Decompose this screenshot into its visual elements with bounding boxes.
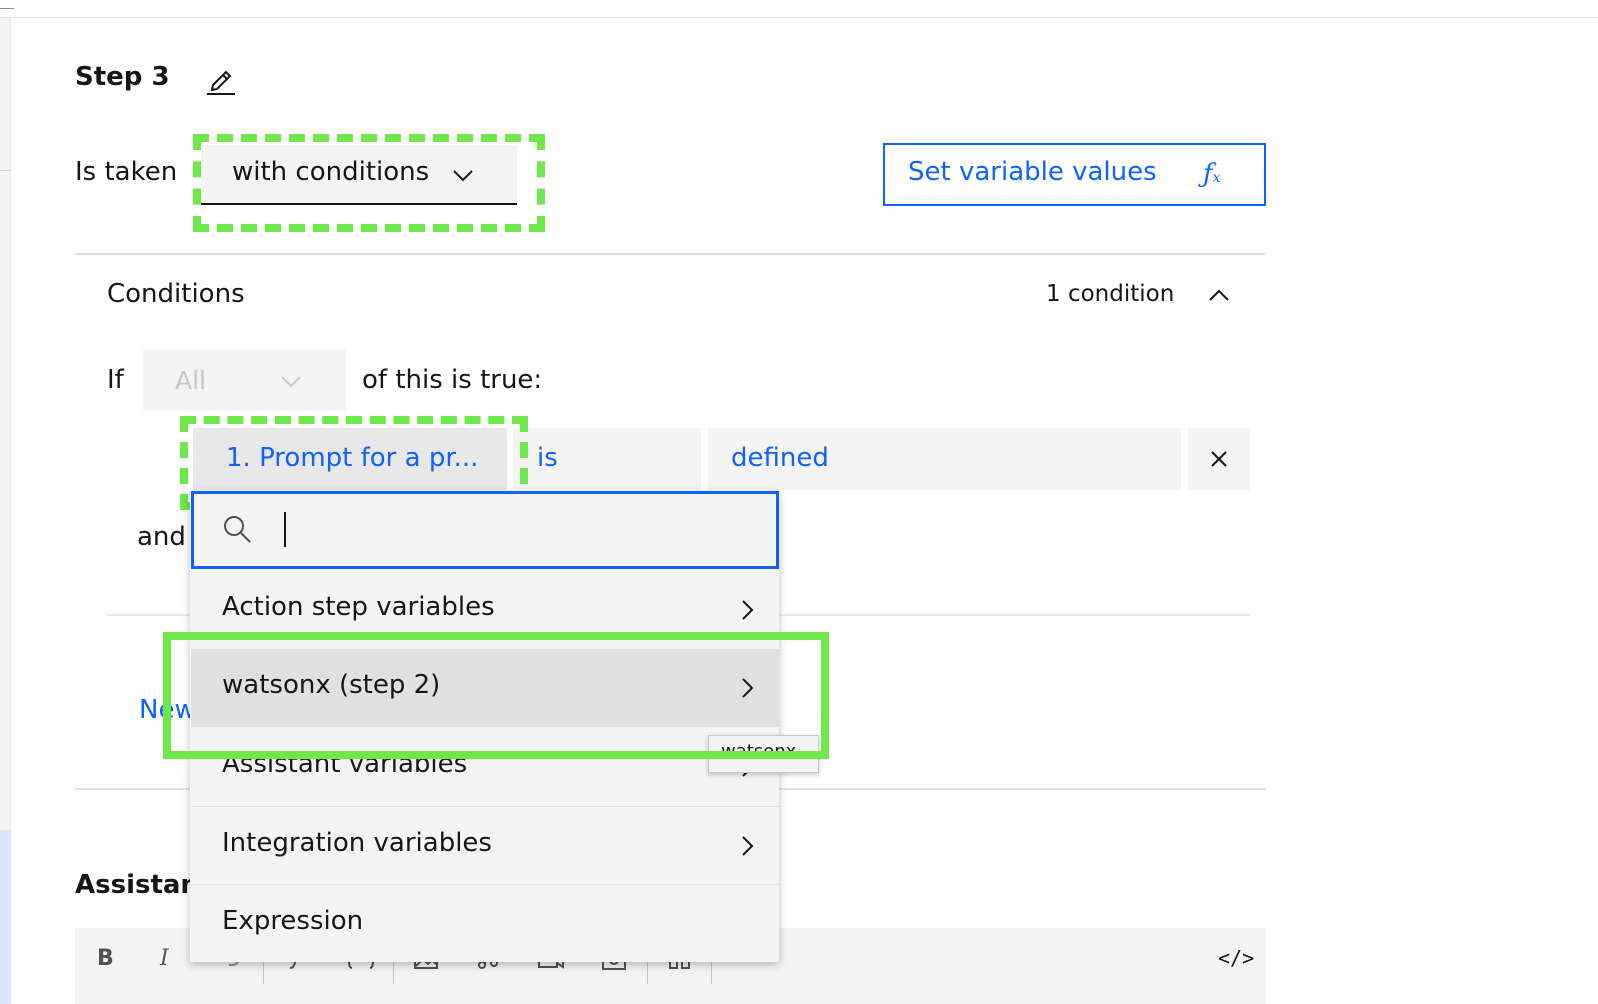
- and-label: and: [137, 522, 186, 552]
- fx-icon-main: ƒ: [1203, 159, 1213, 189]
- condition-operator-value: is: [537, 443, 558, 473]
- text-caret: [284, 512, 286, 547]
- conditions-title: Conditions: [107, 279, 245, 309]
- code-view-button[interactable]: </>: [1218, 946, 1254, 970]
- annotation-dashed-highlight: [193, 134, 545, 232]
- bold-button[interactable]: B: [97, 946, 114, 971]
- fx-icon: ƒx: [1203, 159, 1221, 189]
- set-variable-values-label: Set variable values: [908, 157, 1157, 187]
- top-tick: [0, 8, 14, 9]
- edit-pencil-icon[interactable]: [204, 64, 238, 96]
- chevron-down-icon: [281, 376, 301, 388]
- top-divider: [0, 17, 1598, 18]
- section-divider: [75, 253, 1266, 255]
- of-this-is-true-label: of this is true:: [362, 365, 543, 395]
- step-title: Step 3: [75, 62, 170, 92]
- menu-item-expression[interactable]: Expression: [191, 884, 779, 963]
- chevron-right-icon: [742, 600, 754, 620]
- close-icon: [1211, 451, 1227, 467]
- menu-item-integration-variables[interactable]: Integration variables: [191, 806, 779, 885]
- fx-icon-sub: x: [1212, 170, 1221, 186]
- match-type-value: All: [175, 366, 206, 395]
- condition-value-value: defined: [731, 443, 829, 473]
- italic-button[interactable]: I: [160, 946, 169, 971]
- annotation-solid-highlight: [163, 632, 829, 759]
- left-panel-divider: [0, 170, 10, 171]
- menu-item-label: Action step variables: [222, 592, 495, 622]
- chevron-right-icon: [742, 836, 754, 856]
- is-taken-label: Is taken: [75, 157, 178, 187]
- if-label: If: [107, 365, 124, 395]
- chevron-up-icon[interactable]: [1206, 282, 1232, 308]
- match-type-dropdown[interactable]: [143, 349, 346, 411]
- remove-condition-button[interactable]: [1188, 428, 1250, 490]
- menu-item-label: Integration variables: [222, 828, 492, 858]
- left-panel-selected-item[interactable]: [0, 830, 10, 1004]
- variable-search-input[interactable]: [278, 510, 762, 552]
- menu-item-label: Expression: [222, 906, 364, 936]
- search-icon: [224, 516, 251, 543]
- condition-count: 1 condition: [1046, 281, 1175, 307]
